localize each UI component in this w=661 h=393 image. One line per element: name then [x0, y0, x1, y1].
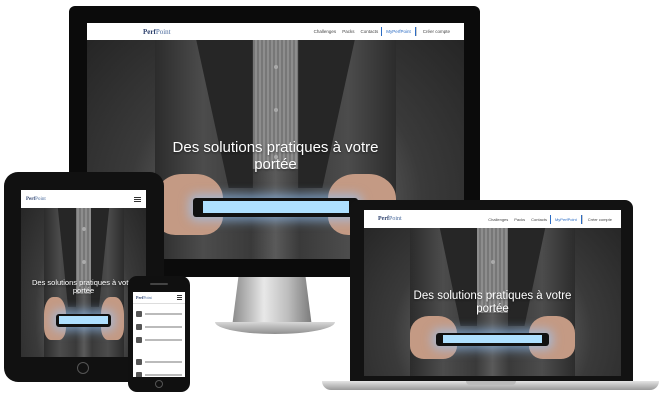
monitor-stand-base — [215, 322, 335, 334]
person-icon — [136, 336, 142, 343]
tablet-home-button — [77, 362, 89, 374]
phone-content-list-2 — [136, 356, 182, 377]
item-icon — [136, 371, 142, 377]
person-icon — [136, 323, 142, 330]
monitor-stand-neck — [232, 277, 312, 327]
phone-site-logo[interactable]: PerfPoint — [136, 295, 152, 300]
item-icon — [136, 358, 142, 365]
phone-hamburger-icon[interactable] — [177, 295, 182, 300]
phone-content-list — [136, 308, 182, 347]
laptop-notch — [466, 381, 516, 385]
site-navbar: PerfPoint Challenges Packs Contacts MyPe… — [87, 23, 464, 40]
list-item[interactable] — [136, 308, 182, 319]
nav-link-challenges[interactable]: Challenges — [311, 29, 340, 34]
nav-link-create-account[interactable]: Créer compte — [415, 27, 456, 36]
tablet-site-logo[interactable]: PerfPoint — [26, 197, 46, 202]
laptop-nav-link-myperfpoint[interactable]: MyPerfPoint — [549, 214, 582, 224]
tablet-navbar: PerfPoint — [21, 190, 146, 208]
phone-home-button — [155, 380, 163, 388]
nav-link-packs[interactable]: Packs — [339, 29, 357, 34]
list-item[interactable] — [136, 321, 182, 332]
list-item[interactable] — [136, 356, 182, 367]
laptop-screen: Des solutions pratiques à votre portée P… — [364, 210, 621, 376]
phone-navbar: PerfPoint — [133, 292, 185, 304]
hamburger-icon[interactable] — [134, 196, 141, 202]
nav-link-contacts[interactable]: Contacts — [357, 29, 381, 34]
phone-screen: PerfPoint — [133, 292, 185, 377]
person-icon — [136, 310, 142, 317]
laptop-nav-link-challenges[interactable]: Challenges — [485, 217, 511, 222]
laptop-navbar: PerfPoint Challenges Packs Contacts MyPe… — [364, 210, 621, 228]
laptop-hero-headline: Des solutions pratiques à votre portée — [413, 289, 572, 315]
nav-link-myperfpoint[interactable]: MyPerfPoint — [381, 27, 416, 36]
laptop-hero-image: Des solutions pratiques à votre portée — [364, 210, 621, 376]
laptop-nav-link-contacts[interactable]: Contacts — [528, 217, 550, 222]
list-item[interactable] — [136, 334, 182, 345]
hero-headline: Des solutions pratiques à votre portée — [172, 138, 379, 173]
laptop-nav-link-create-account[interactable]: Créer compte — [581, 214, 617, 224]
site-logo[interactable]: PerfPoint — [143, 28, 171, 36]
phone-speaker — [150, 283, 168, 285]
list-item[interactable] — [136, 369, 182, 377]
laptop-site-logo[interactable]: PerfPoint — [378, 216, 402, 222]
laptop-nav-link-packs[interactable]: Packs — [511, 217, 528, 222]
